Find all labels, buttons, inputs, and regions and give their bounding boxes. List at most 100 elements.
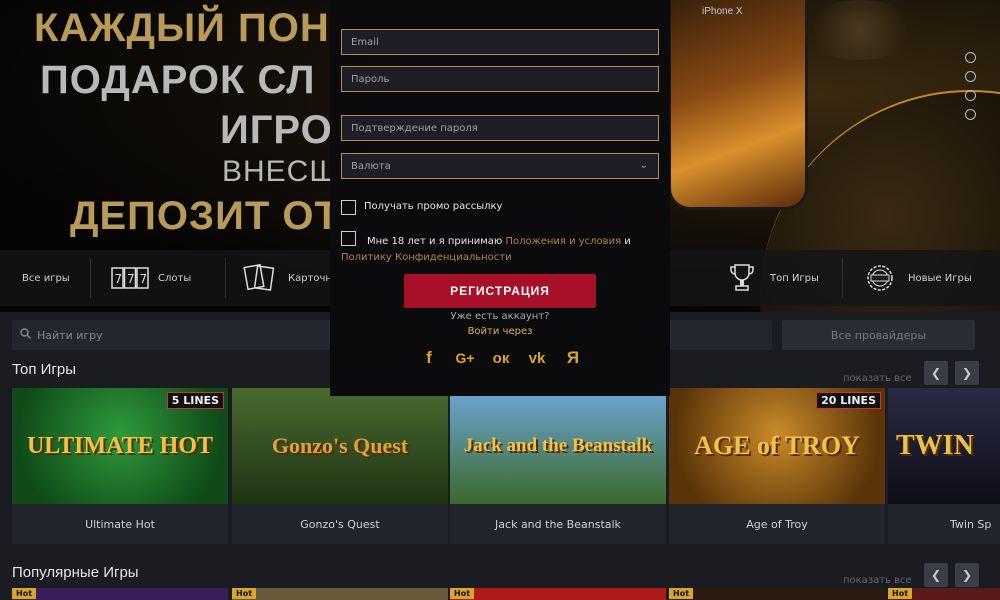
category-label: Топ Игры	[770, 272, 819, 284]
privacy-link[interactable]: Политику Конфиденциальности	[341, 252, 512, 263]
promo-label: Получать промо рассылку	[364, 201, 503, 212]
terms-prefix: Мне 18 лет и я принимаю	[367, 236, 503, 247]
facebook-label: f	[426, 348, 432, 367]
top-games-row: ULTIMATE HOT 5 LINES Ultimate Hot Gonzo'…	[12, 388, 1000, 544]
prev-arrow-button[interactable]: ❮	[924, 361, 948, 385]
yandex-icon[interactable]: Я	[560, 345, 586, 371]
currency-placeholder: Валюта	[351, 160, 391, 172]
slider-dot[interactable]	[965, 52, 976, 63]
chevron-down-icon: ⌄	[639, 160, 648, 171]
game-card[interactable]: AGE of TROY 20 LINES Age of Troy	[669, 388, 885, 544]
have-account-text: Уже есть аккаунт?	[450, 311, 550, 322]
cards-icon	[240, 261, 280, 295]
svg-text:7: 7	[140, 272, 148, 286]
yandex-label: Я	[566, 348, 580, 367]
providers-select[interactable]: Все провайдеры	[782, 320, 975, 350]
show-all-top-link[interactable]: показать все	[843, 373, 912, 384]
game-card[interactable]: Jack and the Beanstalk Jack and the Bean…	[450, 388, 666, 544]
slider-dots	[965, 52, 976, 128]
vk-icon[interactable]: vk	[524, 345, 550, 371]
slider-dot[interactable]	[965, 71, 976, 82]
category-top-games[interactable]: Топ Игры	[722, 250, 819, 306]
game-card[interactable]: Hot	[888, 588, 1000, 600]
divider	[842, 258, 843, 298]
hero-line-1: КАЖДЫЙ ПОН	[34, 6, 330, 50]
game-thumbnail: TWIN	[888, 388, 1000, 504]
slider-dot[interactable]	[965, 109, 976, 120]
chevron-left-icon: ❮	[930, 568, 942, 582]
game-card[interactable]: Gonzo's Quest Gonzo's Quest	[232, 388, 448, 544]
game-thumbnail-title: AGE of TROY	[694, 431, 860, 460]
lines-badge: 20 LINES	[816, 392, 881, 409]
category-label: Все игры	[22, 272, 70, 284]
lines-badge: 5 LINES	[166, 392, 224, 409]
game-name: Age of Troy	[746, 517, 808, 531]
show-all-popular-link[interactable]: показать все	[843, 575, 912, 586]
hero-line-4: ВНЕСШ	[222, 155, 338, 188]
page: iPhone X КАЖДЫЙ ПОН ПОДАРОК СЛ ИГРО ВНЕС…	[0, 0, 1000, 600]
register-button[interactable]: РЕГИСТРАЦИЯ	[404, 274, 596, 308]
email-field[interactable]: Email	[341, 29, 659, 55]
game-card[interactable]: Hot	[669, 588, 885, 600]
terms-checkbox[interactable]	[341, 231, 356, 246]
hot-badge: Hot	[888, 588, 913, 599]
category-cards[interactable]: Карточн	[240, 250, 332, 306]
social-login-row: f G+ ок vk Я	[416, 345, 586, 371]
slots-icon: 777	[110, 261, 150, 295]
game-card[interactable]: TWIN Twin Sp	[888, 388, 1000, 544]
prev-arrow-button[interactable]: ❮	[924, 563, 948, 587]
hero-line-2: ПОДАРОК СЛ	[40, 58, 316, 102]
hot-badge: Hot	[669, 588, 694, 599]
category-new-games[interactable]: Новые Игры	[860, 250, 972, 306]
category-slots[interactable]: 777 Слоты	[110, 250, 191, 306]
next-arrow-button[interactable]: ❯	[955, 361, 979, 385]
hero-line-5: ДЕПОЗИТ ОТ	[70, 194, 340, 238]
section-title-popular: Популярные Игры	[12, 564, 139, 581]
game-card[interactable]: Hot	[450, 588, 666, 600]
google-plus-icon[interactable]: G+	[452, 345, 478, 371]
vk-label: vk	[528, 349, 546, 367]
game-thumbnail: Jack and the Beanstalk	[450, 388, 666, 504]
currency-select[interactable]: Валюта ⌄	[341, 153, 659, 179]
game-thumbnail: AGE of TROY 20 LINES	[669, 388, 885, 504]
category-label: Карточн	[288, 272, 332, 284]
terms-label: Мне 18 лет и я принимаю Положения и усло…	[367, 236, 631, 247]
hero-glow	[800, 0, 920, 60]
password-field[interactable]: Пароль	[341, 66, 659, 92]
password-placeholder: Пароль	[351, 73, 390, 85]
promo-checkbox[interactable]	[341, 200, 356, 215]
section-title-top: Топ Игры	[12, 361, 76, 378]
slider-dot[interactable]	[965, 90, 976, 101]
email-placeholder: Email	[351, 36, 379, 48]
hot-badge: Hot	[12, 588, 37, 599]
odnoklassniki-icon[interactable]: ок	[488, 345, 514, 371]
search-icon	[20, 328, 31, 342]
game-thumbnail: ULTIMATE HOT 5 LINES	[12, 388, 228, 504]
confirm-password-field[interactable]: Подтверждение пароля	[341, 115, 659, 141]
game-name: Jack and the Beanstalk	[495, 517, 621, 531]
terms-link[interactable]: Положения и условия	[506, 236, 622, 247]
chevron-right-icon: ❯	[961, 568, 973, 582]
next-arrow-button[interactable]: ❯	[955, 563, 979, 587]
chevron-left-icon: ❮	[930, 366, 942, 380]
game-card[interactable]: Hot	[12, 588, 228, 600]
google-plus-label: G+	[455, 350, 475, 366]
hot-badge: Hot	[450, 588, 475, 599]
category-all-games[interactable]: Все игры	[22, 250, 70, 306]
game-name: Twin Sp	[950, 517, 992, 531]
facebook-icon[interactable]: f	[416, 345, 442, 371]
hot-badge: Hot	[232, 588, 257, 599]
game-name: Gonzo's Quest	[300, 517, 380, 531]
search-placeholder: Найти игру	[37, 328, 103, 342]
game-thumbnail-title: ULTIMATE HOT	[26, 432, 214, 459]
svg-text:7: 7	[127, 272, 135, 286]
game-card[interactable]: ULTIMATE HOT 5 LINES Ultimate Hot	[12, 388, 228, 544]
category-label: Новые Игры	[908, 272, 972, 284]
game-thumbnail-title: Gonzo's Quest	[271, 433, 409, 458]
game-name: Ultimate Hot	[85, 517, 155, 531]
svg-text:7: 7	[115, 272, 123, 286]
registration-modal: Email Пароль Подтверждение пароля Валюта…	[330, 0, 670, 396]
login-via-text: Войти через	[467, 326, 533, 337]
game-card[interactable]: Hot	[232, 588, 448, 600]
divider	[225, 258, 226, 298]
